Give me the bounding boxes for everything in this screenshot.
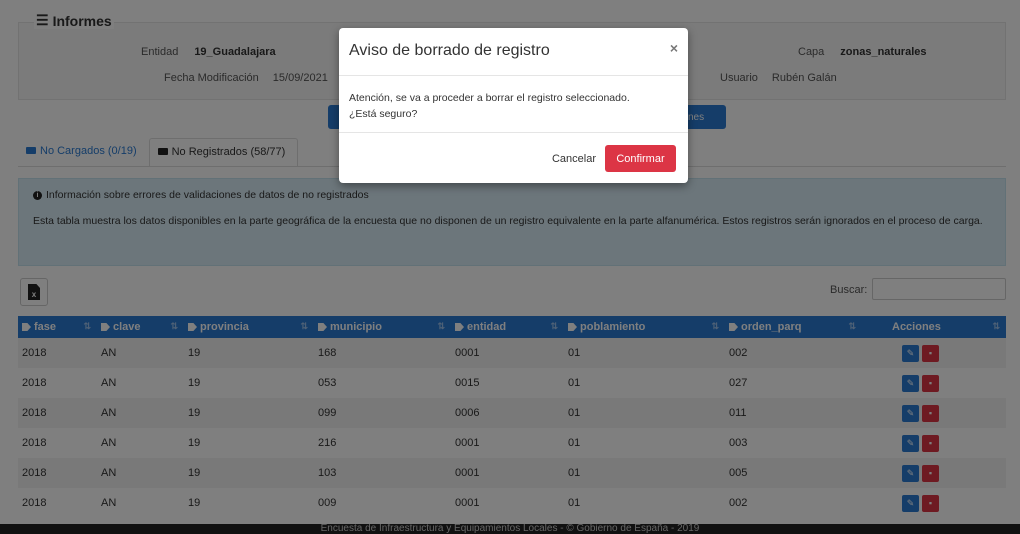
modal-title: Aviso de borrado de registro (349, 42, 550, 59)
modal-body: Atención, se va a proceder a borrar el r… (339, 76, 688, 132)
modal-footer: Cancelar Confirmar (339, 132, 688, 183)
modal-header: Aviso de borrado de registro × (339, 28, 688, 76)
confirm-button[interactable]: Confirmar (605, 145, 676, 172)
cancel-button[interactable]: Cancelar (552, 147, 596, 171)
delete-confirm-modal: Aviso de borrado de registro × Atención,… (339, 28, 688, 183)
modal-question: ¿Está seguro? (349, 108, 418, 120)
close-icon[interactable]: × (670, 40, 678, 56)
modal-message: Atención, se va a proceder a borrar el r… (349, 92, 630, 104)
